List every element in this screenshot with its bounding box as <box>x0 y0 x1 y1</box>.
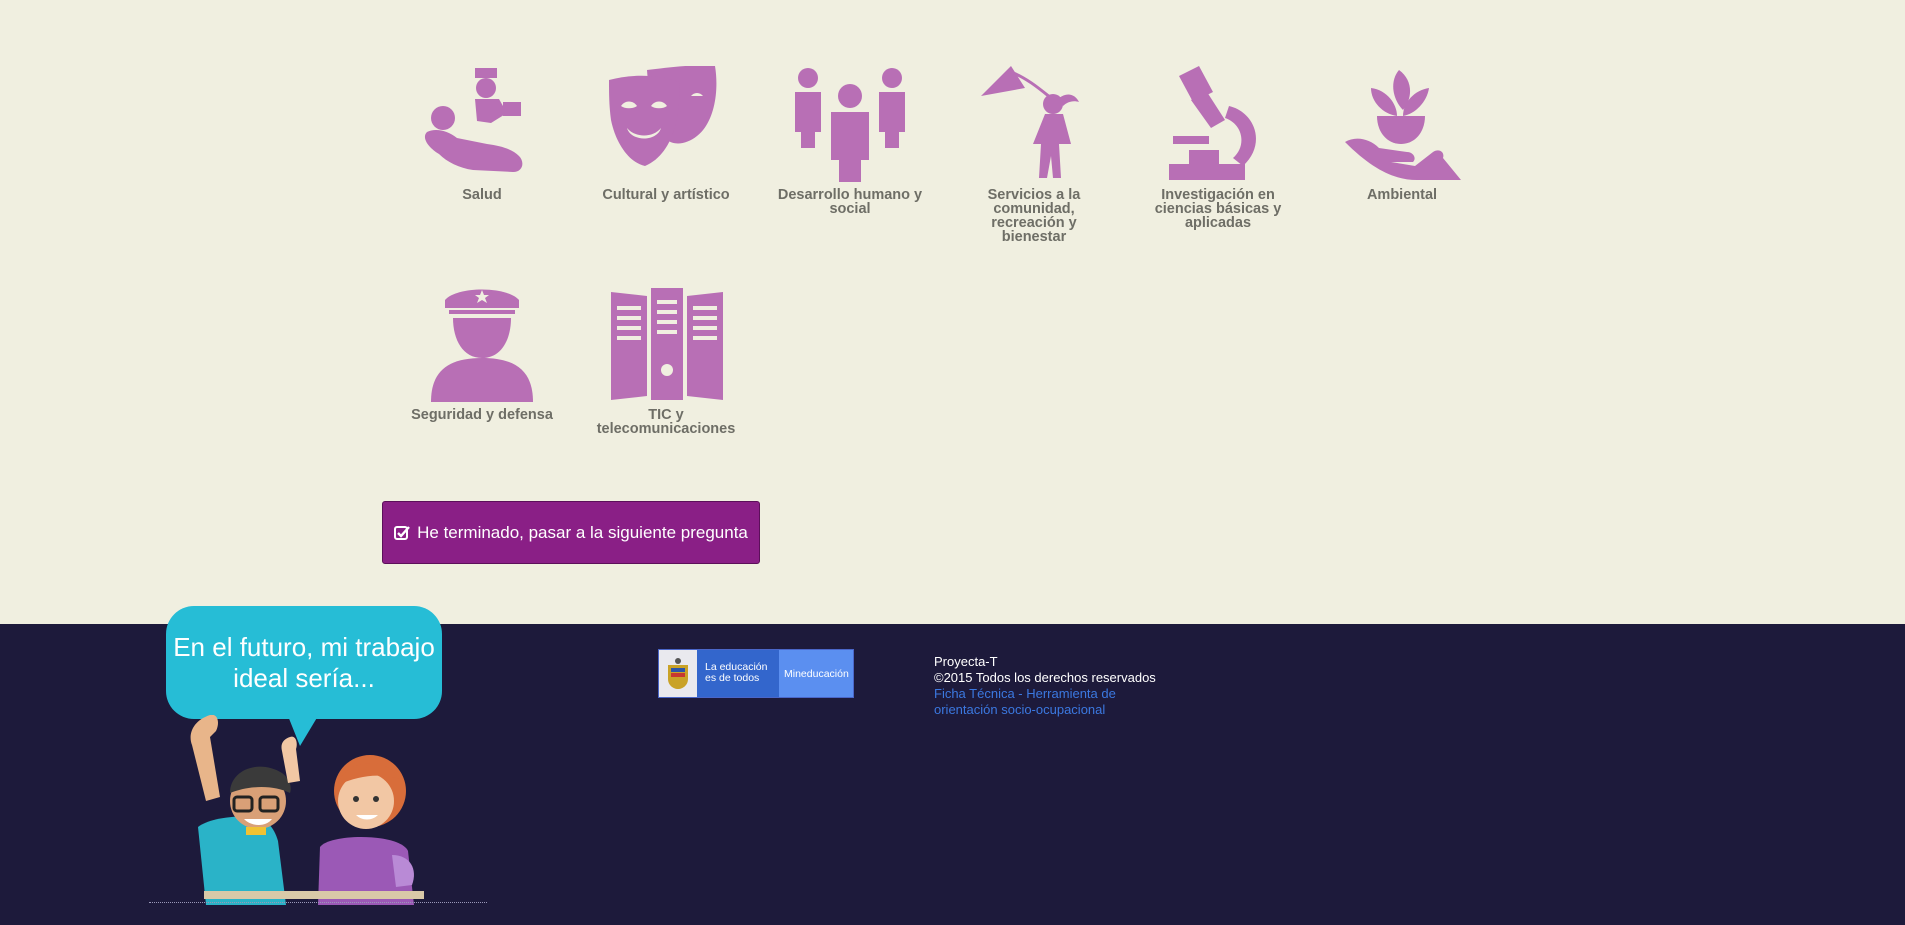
gov-logo[interactable]: La educación es de todos Mineducación <box>658 649 854 698</box>
area-label: Ambiental <box>1366 187 1438 203</box>
coat-of-arms-icon <box>659 650 697 697</box>
speech-bubble-text: En el futuro, mi trabajo ideal sería... <box>173 632 435 693</box>
checkbox-check-icon <box>394 525 411 540</box>
gov-logo-text: La educación es de todos <box>697 650 779 697</box>
students-illustration <box>190 715 424 905</box>
footer-brand: Proyecta-T <box>934 654 998 669</box>
area-tic[interactable]: TIC y telecomunicaciones <box>586 286 746 436</box>
nurse-patient-icon <box>424 68 523 172</box>
area-investigacion[interactable]: Investigación en ciencias básicas y apli… <box>1138 66 1298 230</box>
area-servicios[interactable]: Servicios a la comunidad, recreación y b… <box>954 66 1114 244</box>
illustration-baseline <box>149 902 487 903</box>
area-label: TIC y telecomunicaciones <box>596 407 736 437</box>
area-label: Desarrollo humano y social <box>777 187 923 217</box>
footer-copyright: ©2015 Todos los derechos reservados <box>934 670 1156 685</box>
gov-logo-line2: es de todos <box>705 672 760 684</box>
gov-logo-ministry: Mineducación <box>779 650 853 697</box>
area-cultural[interactable]: Cultural y artístico <box>586 66 746 202</box>
people-group-icon <box>795 68 905 182</box>
area-label: Servicios a la comunidad, recreación y b… <box>987 187 1081 245</box>
microscope-icon <box>1169 66 1256 180</box>
theater-masks-icon <box>609 66 717 166</box>
servers-icon <box>611 288 723 400</box>
footer-info: Proyecta-T ©2015 Todos los derechos rese… <box>934 654 1156 718</box>
girl-kite-icon <box>981 66 1079 178</box>
area-desarrollo[interactable]: Desarrollo humano y social <box>770 66 930 216</box>
area-salud[interactable]: Salud <box>402 66 562 202</box>
area-label: Investigación en ciencias básicas y apli… <box>1154 187 1282 231</box>
police-officer-icon <box>431 289 533 402</box>
next-question-label: He terminado, pasar a la siguiente pregu… <box>417 522 748 542</box>
area-label: Seguridad y defensa <box>411 407 553 423</box>
speech-bubble: En el futuro, mi trabajo ideal sería... <box>166 606 442 719</box>
area-label: Cultural y artístico <box>602 187 730 203</box>
next-question-button[interactable]: He terminado, pasar a la siguiente pregu… <box>382 501 760 564</box>
footer-technical-sheet-link[interactable]: Ficha Técnica - Herramienta de orientaci… <box>934 686 1134 718</box>
area-seguridad[interactable]: Seguridad y defensa <box>402 286 562 422</box>
area-label: Salud <box>462 187 502 203</box>
area-ambiental[interactable]: Ambiental <box>1322 66 1482 202</box>
plant-hand-icon <box>1345 70 1461 180</box>
